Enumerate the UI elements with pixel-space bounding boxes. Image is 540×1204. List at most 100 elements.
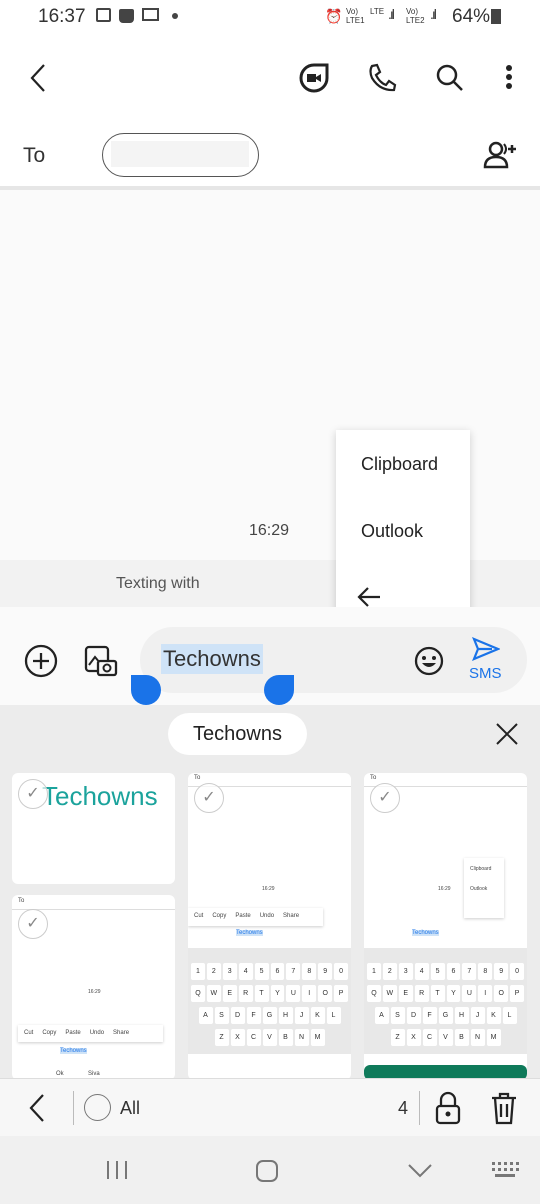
thumb-key: D (230, 1007, 245, 1024)
clipboard-item-screenshot[interactable]: To 16:29 Cut Copy Paste Undo Share Techo… (12, 895, 175, 1078)
composer: Techowns SMS (0, 607, 540, 705)
thumb-to: To (18, 898, 25, 904)
navigation-bar (0, 1136, 540, 1204)
thumb-key: 6 (270, 963, 285, 980)
thumb-key-row: 1234567890 (364, 963, 527, 980)
thumb-key: V (438, 1029, 453, 1046)
thumb-key: P (510, 985, 525, 1002)
thumb-time: 16:29 (438, 886, 451, 892)
add-contact-icon[interactable] (482, 140, 520, 170)
back-arrow-icon[interactable] (356, 586, 382, 608)
thumb-key: 0 (510, 963, 525, 980)
select-all-label: All (120, 1098, 141, 1118)
thumb-key: T (430, 985, 445, 1002)
select-checkbox[interactable]: ✓ (194, 783, 224, 813)
clipboard-item-text-value: Techowns (42, 781, 158, 811)
selection-start-handle[interactable] (131, 675, 161, 705)
select-checkbox[interactable]: ✓ (370, 783, 400, 813)
thumb-to: To (194, 775, 201, 781)
thumb-key: E (222, 985, 237, 1002)
clipboard-item-screenshot[interactable]: To Clipboard Outlook 16:29 Techowns 1234… (364, 773, 527, 1078)
thumb-popup-item: Outlook (470, 886, 488, 892)
back-icon[interactable] (26, 1093, 48, 1123)
recipient-value (111, 141, 249, 167)
thumb-key: B (278, 1029, 293, 1046)
status-bar: 16:37 ⏰ Vo) LTE1 LTE .ıl Vo) LTE2 .ıl 64… (0, 0, 540, 34)
video-call-icon[interactable] (298, 62, 330, 94)
add-attachment-icon[interactable] (23, 643, 59, 679)
lock-icon[interactable] (434, 1091, 462, 1125)
thumb-popup-item: Clipboard (470, 866, 492, 872)
select-all-radio[interactable] (84, 1094, 111, 1121)
thumb-text: Techowns (60, 1048, 87, 1054)
thumb-key: Y (446, 985, 461, 1002)
thumb-key: O (318, 985, 333, 1002)
send-sms-label[interactable]: SMS (469, 665, 502, 682)
thumb-key: 1 (366, 963, 381, 980)
message-text-selected[interactable]: Techowns (161, 644, 263, 674)
thumb-key: R (238, 985, 253, 1002)
thumb-undo: Undo (259, 913, 275, 919)
thumb-key: G (438, 1007, 453, 1024)
keyboard-icon[interactable] (491, 1161, 519, 1179)
texting-with-label: Texting with (116, 575, 200, 592)
thumb-key: 6 (446, 963, 461, 980)
thumb-key: A (374, 1007, 389, 1024)
menu-item-outlook[interactable]: Outlook (361, 521, 423, 542)
recipient-chip[interactable] (102, 133, 259, 177)
home-icon[interactable] (256, 1160, 278, 1182)
select-checkbox[interactable]: ✓ (18, 779, 48, 809)
thumb-key-row: ASDFGHJKL (364, 1007, 527, 1024)
signal1-icon: .ıl (388, 6, 395, 22)
clipboard-item-text[interactable]: Techowns ✓ (12, 773, 175, 884)
delete-icon[interactable] (490, 1091, 518, 1125)
alarm-icon: ⏰ (325, 8, 343, 24)
sim1-label: Vo) LTE1 (346, 7, 365, 25)
search-icon[interactable] (434, 62, 466, 94)
thumb-key: 4 (414, 963, 429, 980)
phone-icon[interactable] (366, 62, 398, 94)
back-icon[interactable] (26, 62, 50, 94)
select-checkbox[interactable]: ✓ (18, 909, 48, 939)
recent-apps-icon[interactable] (105, 1160, 129, 1180)
selection-end-handle[interactable] (264, 675, 294, 705)
thumb-key-row: ZXCVBNM (364, 1029, 527, 1046)
hide-keyboard-icon[interactable] (407, 1163, 433, 1179)
thumb-key: E (398, 985, 413, 1002)
thumb-key: 8 (478, 963, 493, 980)
clipboard-filter-chip[interactable]: Techowns (168, 713, 307, 755)
thumb-key: Q (366, 985, 381, 1002)
thumb-key: 7 (286, 963, 301, 980)
menu-item-clipboard[interactable]: Clipboard (361, 454, 438, 475)
send-icon[interactable] (472, 637, 500, 661)
recipient-row: To (0, 124, 540, 190)
thumb-key: 9 (318, 963, 333, 980)
thumb-key: L (502, 1007, 517, 1024)
thumb-paste: Paste (65, 1030, 81, 1036)
thumb-key: J (470, 1007, 485, 1024)
thumb-key: F (246, 1007, 261, 1024)
emoji-icon[interactable] (413, 645, 445, 677)
clipboard-item-screenshot[interactable]: To 16:29 Cut Copy Paste Undo Share Techo… (188, 773, 351, 1078)
gallery-camera-icon[interactable] (83, 643, 119, 679)
thumb-key: D (406, 1007, 421, 1024)
close-icon[interactable] (495, 722, 519, 746)
thumb-key: U (286, 985, 301, 1002)
thumb-key: 7 (462, 963, 477, 980)
thumb-key: N (294, 1029, 309, 1046)
item-count: 4 (398, 1098, 409, 1118)
sim2-label: Vo) LTE2 (406, 7, 425, 25)
gallery-notification-icon (96, 8, 111, 22)
thumb-key: F (422, 1007, 437, 1024)
thumb-copy: Copy (42, 1030, 57, 1036)
thumb-key: Q (190, 985, 205, 1002)
thumb-key: H (454, 1007, 469, 1024)
thumb-to: To (370, 775, 377, 781)
thumb-cut: Cut (24, 1030, 34, 1036)
thumb-text: Techowns (236, 930, 263, 936)
thumb-key: S (214, 1007, 229, 1024)
thumb-key: Z (390, 1029, 405, 1046)
thumb-key: H (278, 1007, 293, 1024)
more-icon[interactable] (503, 64, 515, 92)
thumb-key: J (294, 1007, 309, 1024)
